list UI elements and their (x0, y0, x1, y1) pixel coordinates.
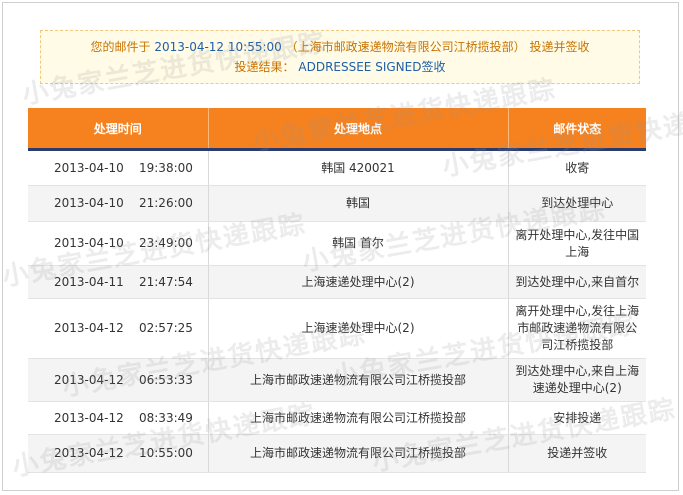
cell-time: 2013-04-12 08:33:49 (28, 401, 209, 435)
cell-location: 韩国 420021 (208, 149, 509, 186)
header-status: 邮件状态 (508, 108, 646, 151)
cell-status: 到达处理中心,来自上海速递处理中心(2) (508, 358, 646, 402)
cell-location: 上海速递处理中心(2) (208, 298, 509, 359)
notice-line-1: 您的邮件于 2013-04-12 10:55:00 （上海市邮政速递物流有限公司… (90, 40, 590, 54)
delivery-notice: 您的邮件于 2013-04-12 10:55:00 （上海市邮政速递物流有限公司… (40, 30, 640, 84)
notice-line-2: 投递结果： ADDRESSEE SIGNED签收 (41, 57, 639, 77)
cell-time: 2013-04-11 21:47:54 (28, 265, 209, 299)
notice-prefix: 您的邮件于 (90, 40, 151, 54)
cell-location: 韩国 首尔 (208, 221, 509, 266)
table-row: 2013-04-10 21:26:00 韩国 到达处理中心 (28, 185, 646, 222)
cell-time: 2013-04-12 06:53:33 (28, 358, 209, 402)
table-row: 2013-04-10 23:49:00 韩国 首尔 离开处理中心,发往中国上海 (28, 221, 646, 266)
tracking-table: 处理时间 处理地点 邮件状态 2013-04-10 19:38:00 韩国 420… (28, 108, 646, 473)
tracking-table-container: 处理时间 处理地点 邮件状态 2013-04-10 19:38:00 韩国 420… (28, 108, 646, 473)
table-row: 2013-04-12 06:53:33 上海市邮政速递物流有限公司江桥揽投部 到达处… (28, 358, 646, 402)
cell-time: 2013-04-10 19:38:00 (28, 149, 209, 186)
table-header-row: 处理时间 处理地点 邮件状态 (28, 108, 646, 151)
cell-time: 2013-04-12 10:55:00 (28, 434, 209, 473)
notice-result-value: ADDRESSEE SIGNED签收 (298, 60, 446, 74)
table-row: 2013-04-10 19:38:00 韩国 420021 收寄 (28, 149, 646, 186)
cell-status: 安排投递 (508, 401, 646, 435)
cell-time: 2013-04-12 02:57:25 (28, 298, 209, 359)
cell-location: 上海市邮政速递物流有限公司江桥揽投部 (208, 401, 509, 435)
cell-location: 韩国 (208, 185, 509, 222)
cell-time: 2013-04-10 21:26:00 (28, 185, 209, 222)
notice-result-label: 投递结果： (234, 60, 295, 74)
cell-status: 投递并签收 (508, 434, 646, 473)
cell-status: 到达处理中心 (508, 185, 646, 222)
cell-status: 收寄 (508, 149, 646, 186)
table-row: 2013-04-12 10:55:00 上海市邮政速递物流有限公司江桥揽投部 投递并… (28, 434, 646, 473)
header-location: 处理地点 (208, 108, 509, 151)
notice-datetime: 2013-04-12 10:55:00 (154, 40, 282, 54)
cell-location: 上海市邮政速递物流有限公司江桥揽投部 (208, 358, 509, 402)
notice-result-text: 投递并签收 (529, 40, 590, 54)
cell-location: 上海市邮政速递物流有限公司江桥揽投部 (208, 434, 509, 473)
cell-time: 2013-04-10 23:49:00 (28, 221, 209, 266)
cell-status: 离开处理中心,发往中国上海 (508, 221, 646, 266)
table-row: 2013-04-12 08:33:49 上海市邮政速递物流有限公司江桥揽投部 安排投… (28, 401, 646, 435)
notice-office: 上海市邮政速递物流有限公司江桥揽投部 (297, 40, 514, 54)
cell-location: 上海速递处理中心(2) (208, 265, 509, 299)
cell-status: 到达处理中心,来自首尔 (508, 265, 646, 299)
header-time: 处理时间 (28, 108, 209, 151)
cell-status: 离开处理中心,发往上海市邮政速递物流有限公司江桥揽投部 (508, 298, 646, 359)
table-row: 2013-04-12 02:57:25 上海速递处理中心(2) 离开处理中心,发往上… (28, 298, 646, 359)
table-row: 2013-04-11 21:47:54 上海速递处理中心(2) 到达处理中心,来自首… (28, 265, 646, 299)
